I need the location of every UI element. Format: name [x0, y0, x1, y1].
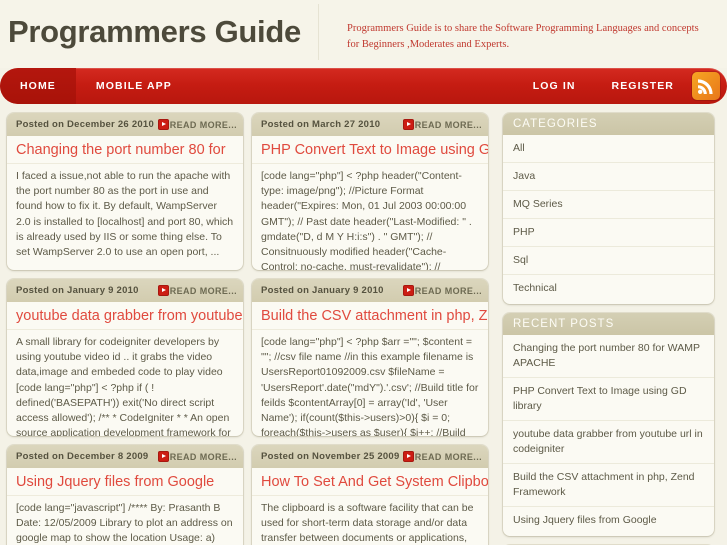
arrow-right-icon: [402, 451, 414, 462]
post-card-header: Posted on December 26 2010 READ MORE...: [7, 113, 243, 136]
category-item-sql[interactable]: Sql: [503, 247, 714, 275]
nav-item-log-in[interactable]: Log in: [515, 68, 594, 104]
post-card: Posted on December 8 2009 READ MORE... U…: [7, 445, 243, 545]
nav-item-home[interactable]: Home: [0, 68, 76, 104]
content-area: Posted on December 26 2010 READ MORE... …: [0, 104, 727, 545]
post-card: Posted on March 27 2010 READ MORE... PHP…: [252, 113, 488, 270]
post-date: Posted on March 27 2010: [261, 119, 381, 130]
post-title[interactable]: How To Set And Get System Clipboard: [252, 468, 488, 496]
post-card: Posted on December 26 2010 READ MORE... …: [7, 113, 243, 270]
arrow-right-icon: [402, 119, 414, 130]
categories-widget: Categories All Java MQ Series PHP Sql Te…: [503, 113, 714, 304]
post-title[interactable]: Build the CSV attachment in php, Zend: [252, 302, 488, 330]
post-excerpt: [code lang="javascript"] /**** By: Prasa…: [16, 502, 233, 545]
read-more-link[interactable]: READ MORE...: [402, 451, 482, 462]
post-card: Posted on November 25 2009 READ MORE... …: [252, 445, 488, 545]
recent-posts-widget: Recent Posts Changing the port number 80…: [503, 313, 714, 536]
post-title[interactable]: PHP Convert Text to Image using GD: [252, 136, 488, 164]
categories-widget-title: Categories: [503, 113, 714, 135]
read-more-link[interactable]: READ MORE...: [402, 285, 482, 296]
header-divider: [318, 4, 319, 60]
category-item-technical[interactable]: Technical: [503, 275, 714, 302]
post-excerpt: The clipboard is a software facility tha…: [261, 502, 474, 545]
nav-left-group: Home Mobile App: [0, 68, 192, 104]
post-excerpt: [code lang="php"] < ?php header("Content…: [261, 170, 472, 270]
sidebar: Categories All Java MQ Series PHP Sql Te…: [503, 113, 718, 545]
post-card: Posted on January 9 2010 READ MORE... Bu…: [252, 279, 488, 436]
post-card: Posted on January 9 2010 READ MORE... yo…: [7, 279, 243, 436]
categories-list: All Java MQ Series PHP Sql Technical: [503, 135, 714, 304]
nav-item-mobile-app[interactable]: Mobile App: [76, 68, 192, 104]
nav-right-group: Log in Register: [515, 68, 727, 104]
arrow-right-icon: [157, 119, 169, 130]
main-navigation: Home Mobile App Log in Register: [0, 68, 727, 104]
category-item-mq-series[interactable]: MQ Series: [503, 191, 714, 219]
read-more-label: READ MORE...: [414, 451, 482, 462]
recent-posts-widget-title: Recent Posts: [503, 313, 714, 335]
post-date: Posted on November 25 2009: [261, 451, 400, 462]
post-card-header: Posted on January 9 2010 READ MORE...: [7, 279, 243, 302]
read-more-link[interactable]: READ MORE...: [157, 285, 237, 296]
list-item[interactable]: Build the CSV attachment in php, Zend Fr…: [503, 464, 714, 507]
post-card-header: Posted on December 8 2009 READ MORE...: [7, 445, 243, 468]
post-title[interactable]: youtube data grabber from youtube url: [7, 302, 243, 330]
arrow-right-icon: [402, 285, 414, 296]
list-item[interactable]: Changing the port number 80 for WAMP APA…: [503, 335, 714, 378]
arrow-right-icon: [157, 285, 169, 296]
list-item[interactable]: youtube data grabber from youtube url in…: [503, 421, 714, 464]
post-date: Posted on December 8 2009: [16, 451, 149, 462]
list-item[interactable]: Using Jquery files from Google: [503, 507, 714, 534]
read-more-link[interactable]: READ MORE...: [402, 119, 482, 130]
arrow-right-icon: [157, 451, 169, 462]
category-item-php[interactable]: PHP: [503, 219, 714, 247]
post-excerpt: A small library for codeigniter develope…: [16, 336, 231, 436]
post-title[interactable]: Changing the port number 80 for: [7, 136, 243, 164]
site-header: Programmers Guide Programmers Guide is t…: [0, 0, 727, 68]
post-card-header: Posted on November 25 2009 READ MORE...: [252, 445, 488, 468]
post-excerpt: I faced a issue,not able to run the apac…: [16, 170, 234, 259]
rss-icon[interactable]: [692, 72, 720, 100]
read-more-label: READ MORE...: [169, 451, 237, 462]
read-more-label: READ MORE...: [414, 119, 482, 130]
recent-posts-list: Changing the port number 80 for WAMP APA…: [503, 335, 714, 536]
nav-item-register[interactable]: Register: [594, 68, 692, 104]
read-more-link[interactable]: READ MORE...: [157, 451, 237, 462]
read-more-link[interactable]: READ MORE...: [157, 119, 237, 130]
post-excerpt: [code lang="php"] < ?php $arr =""; $cont…: [261, 336, 479, 436]
list-item[interactable]: PHP Convert Text to Image using GD libra…: [503, 378, 714, 421]
page-root: Programmers Guide Programmers Guide is t…: [0, 0, 727, 545]
read-more-label: READ MORE...: [169, 119, 237, 130]
read-more-label: READ MORE...: [169, 285, 237, 296]
category-item-all[interactable]: All: [503, 135, 714, 163]
post-date: Posted on January 9 2010: [261, 285, 384, 296]
post-date: Posted on December 26 2010: [16, 119, 154, 130]
page-title: Programmers Guide: [8, 14, 301, 49]
category-item-java[interactable]: Java: [503, 163, 714, 191]
post-date: Posted on January 9 2010: [16, 285, 139, 296]
site-tagline: Programmers Guide is to share the Softwa…: [347, 23, 699, 50]
post-title[interactable]: Using Jquery files from Google: [7, 468, 243, 496]
post-card-header: Posted on March 27 2010 READ MORE...: [252, 113, 488, 136]
read-more-label: READ MORE...: [414, 285, 482, 296]
post-grid: Posted on December 26 2010 READ MORE... …: [0, 113, 503, 545]
post-card-header: Posted on January 9 2010 READ MORE...: [252, 279, 488, 302]
